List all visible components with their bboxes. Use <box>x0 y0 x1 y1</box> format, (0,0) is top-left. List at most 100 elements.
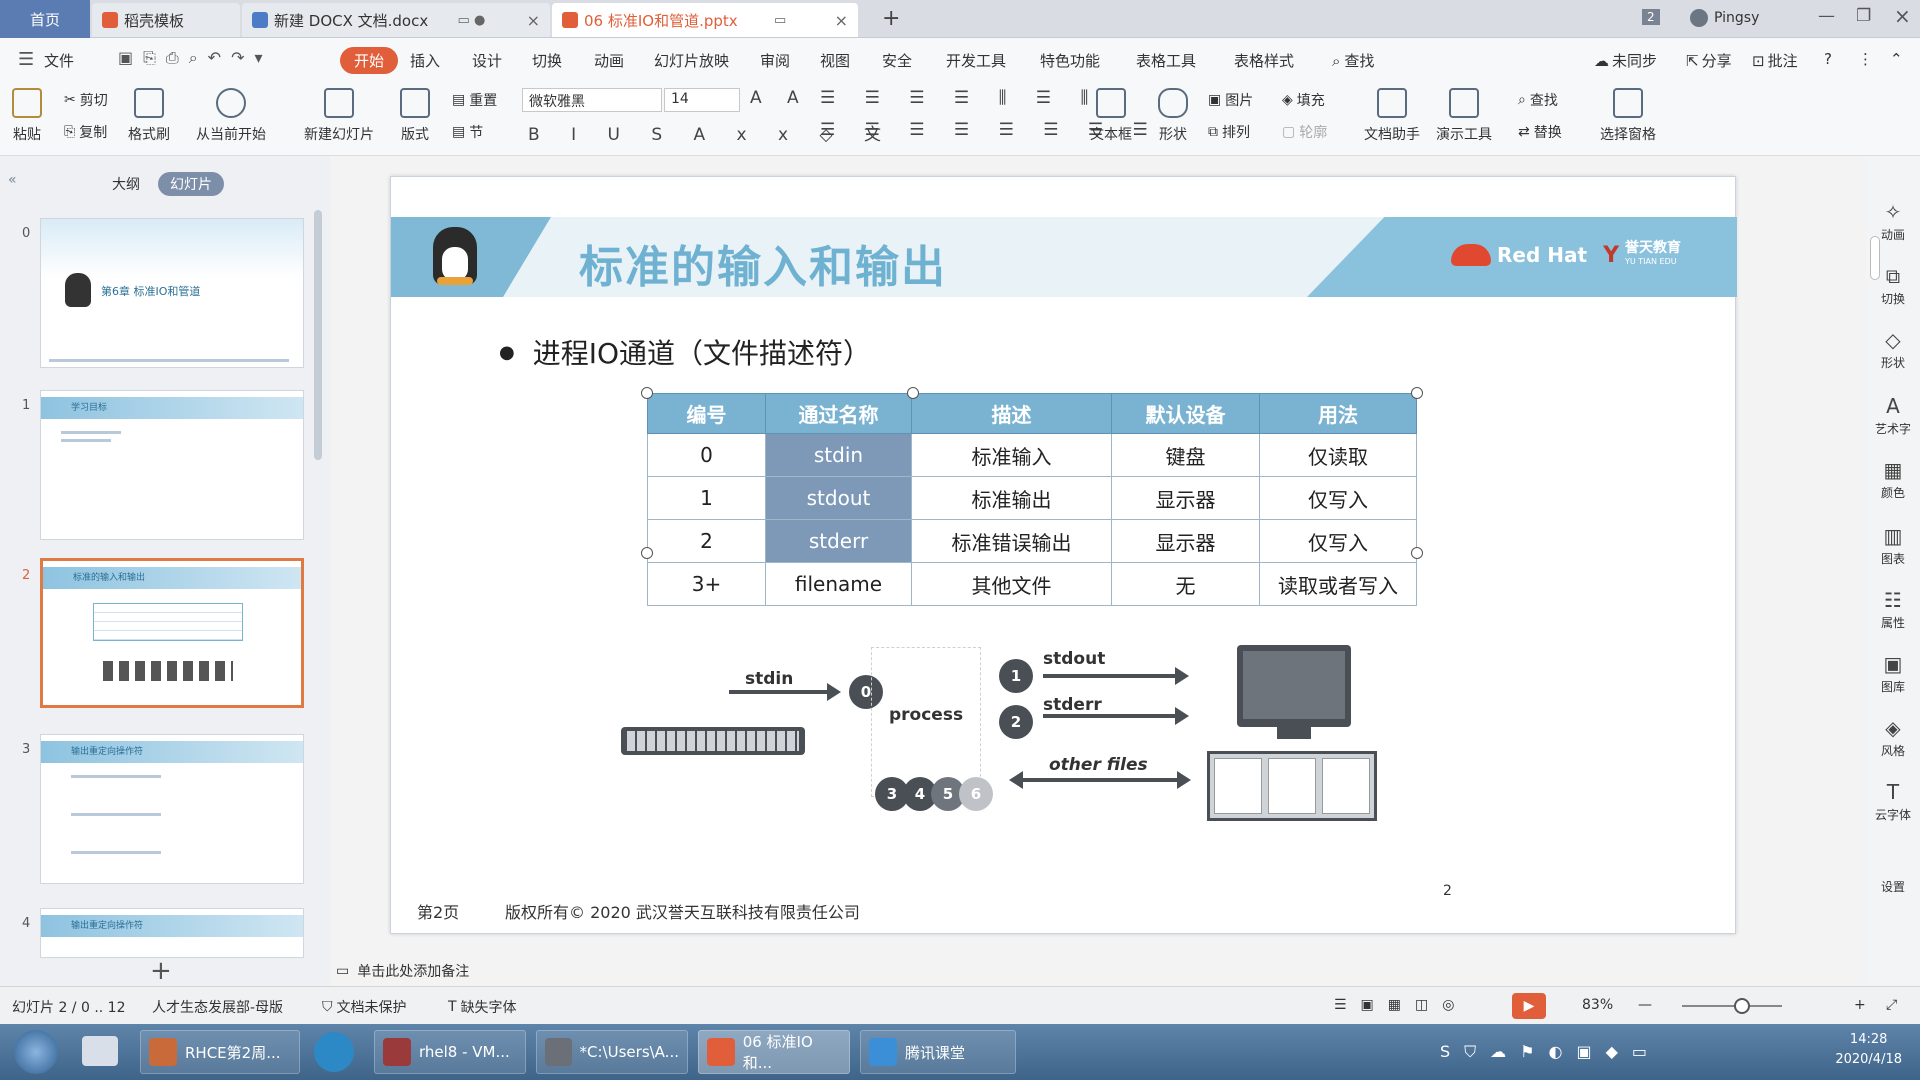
tool-settings[interactable]: 设置 <box>1866 878 1920 895</box>
zoom-level[interactable]: 83% <box>1582 997 1613 1013</box>
taskbar-item[interactable]: rhel8 - VM... <box>374 1030 526 1074</box>
doc-helper-button[interactable]: 文档助手 <box>1364 88 1420 144</box>
add-slide-button[interactable]: + <box>150 956 172 986</box>
menu-view[interactable]: 视图 <box>820 50 850 71</box>
table-cell[interactable]: 标准输出 <box>911 476 1112 520</box>
shape-button[interactable]: 形状 <box>1158 88 1188 144</box>
table-cell[interactable]: 3+ <box>647 562 766 606</box>
table-cell[interactable]: 显示器 <box>1111 519 1260 563</box>
more-icon[interactable]: ⋮ <box>1858 50 1873 68</box>
find-button[interactable]: ⌕ 查找 <box>1518 90 1558 110</box>
zoom-slider[interactable] <box>1682 998 1782 1014</box>
close-icon[interactable]: × <box>527 11 540 30</box>
table-cell[interactable]: 标准输入 <box>911 433 1112 477</box>
table-cell-selected[interactable]: stdin <box>765 433 912 477</box>
view-mode-icons[interactable]: ☰▣▦◫◎ <box>1334 997 1468 1013</box>
table-cell[interactable]: 1 <box>647 476 766 520</box>
zoom-slider-thumb[interactable] <box>1734 998 1750 1014</box>
table-cell[interactable]: 读取或者写入 <box>1259 562 1417 606</box>
minimize-icon[interactable]: — <box>1818 6 1835 26</box>
menu-switch[interactable]: 切换 <box>532 50 562 71</box>
collapse-ribbon-icon[interactable]: ⌃ <box>1890 50 1903 68</box>
tab-slides[interactable]: 幻灯片 <box>158 172 224 196</box>
slide-thumbnail[interactable]: 学习目标 <box>40 390 304 540</box>
table-cell[interactable]: 仅读取 <box>1259 433 1417 477</box>
table-cell[interactable]: 键盘 <box>1111 433 1260 477</box>
slide-thumbnail-selected[interactable]: 标准的输入和输出 <box>40 558 304 708</box>
menu-devtools[interactable]: 开发工具 <box>946 50 1006 71</box>
vertical-scrollbar[interactable] <box>1870 236 1880 280</box>
app-pinned-icon[interactable] <box>82 1036 118 1066</box>
table-cell-selected[interactable]: stderr <box>765 519 912 563</box>
taskbar-item-active[interactable]: 06 标准IO和... <box>698 1030 850 1074</box>
play-slideshow-button[interactable]: ▶ <box>1512 993 1546 1019</box>
quick-access-icons[interactable]: ▣⎘⎙⌕↶↷▾ <box>118 48 273 68</box>
table-cell[interactable]: 仅写入 <box>1259 476 1417 520</box>
menu-start[interactable]: 开始 <box>340 47 399 74</box>
notes-area[interactable]: ▭ 单击此处添加备注 <box>330 956 1866 986</box>
help-icon[interactable]: ? <box>1824 50 1832 68</box>
menu-special[interactable]: 特色功能 <box>1040 50 1100 71</box>
collapse-pane-icon[interactable]: « <box>8 172 17 188</box>
menu-table-tools[interactable]: 表格工具 <box>1136 50 1196 71</box>
window-count-badge[interactable]: 2 <box>1642 9 1660 25</box>
close-icon[interactable]: × <box>835 11 848 30</box>
table-cell[interactable]: 0 <box>647 433 766 477</box>
annotate-button[interactable]: ⊡ 批注 <box>1752 50 1798 71</box>
tool-style[interactable]: ◈ 风格 <box>1866 716 1920 759</box>
tool-gallery[interactable]: ▣ 图库 <box>1866 652 1920 695</box>
arrange-button[interactable]: ⧉ 排列 <box>1208 122 1250 142</box>
menu-find[interactable]: ⌕ 查找 <box>1332 50 1374 71</box>
paste-button[interactable]: 粘贴 <box>12 88 42 144</box>
fill-button[interactable]: ◈ 填充 <box>1282 90 1325 110</box>
table-cell[interactable]: 其他文件 <box>911 562 1112 606</box>
new-slide-button[interactable]: 新建幻灯片 <box>304 88 374 144</box>
menu-design[interactable]: 设计 <box>472 50 502 71</box>
taskbar-item[interactable]: RHCE第2周... <box>140 1030 300 1074</box>
menu-security[interactable]: 安全 <box>882 50 912 71</box>
layout-button[interactable]: 版式 <box>400 88 430 144</box>
font-size-select[interactable]: 14 <box>664 88 740 112</box>
restore-icon[interactable]: ❐ <box>1856 6 1871 26</box>
resize-handle[interactable] <box>641 547 653 559</box>
tab-home[interactable]: 首页 <box>0 0 90 38</box>
tool-wordart[interactable]: A 艺术字 <box>1866 394 1920 437</box>
table-cell-selected[interactable]: stdout <box>765 476 912 520</box>
menu-file[interactable]: 文件 <box>44 50 74 71</box>
menu-table-style[interactable]: 表格样式 <box>1234 50 1294 71</box>
monitor-icon[interactable]: ▭ ● <box>458 13 486 28</box>
slide-canvas[interactable]: 标准的输入和输出 Red Hat Y 誉天教育 YU TIAN EDU ● 进程… <box>390 176 1737 934</box>
zoom-out-icon[interactable]: — <box>1638 997 1652 1013</box>
outline-button[interactable]: ▢ 轮廓 <box>1282 122 1327 142</box>
reset-button[interactable]: ▤ 重置 <box>452 90 497 110</box>
table-cell[interactable]: filename <box>765 562 912 606</box>
resize-handle[interactable] <box>641 387 653 399</box>
monitor-icon[interactable]: ▭ <box>774 13 786 28</box>
tab-docx[interactable]: 新建 DOCX 文档.docx ▭ ● × <box>242 3 550 37</box>
fit-window-icon[interactable]: ⤢ <box>1886 997 1897 1013</box>
picture-button[interactable]: ▣ 图片 <box>1208 90 1253 110</box>
taskbar-item[interactable]: *C:\Users\A... <box>536 1030 688 1074</box>
font-name-select[interactable]: 微软雅黑 <box>522 88 662 112</box>
menu-slideshow[interactable]: 幻灯片放映 <box>654 50 729 71</box>
tool-properties[interactable]: ☷ 属性 <box>1866 588 1920 631</box>
taskbar-item[interactable]: 腾讯课堂 <box>860 1030 1016 1074</box>
resize-handle[interactable] <box>1411 547 1423 559</box>
tool-chart[interactable]: ▥ 图表 <box>1866 524 1920 567</box>
cut-button[interactable]: ✂ 剪切 <box>64 90 108 110</box>
tab-outline[interactable]: 大纲 <box>112 174 140 194</box>
tool-shape[interactable]: ◇ 形状 <box>1866 328 1920 371</box>
table-cell[interactable]: 标准错误输出 <box>911 519 1112 563</box>
table-cell[interactable]: 显示器 <box>1111 476 1260 520</box>
copy-button[interactable]: ⎘ 复制 <box>64 122 107 142</box>
present-tools-button[interactable]: 演示工具 <box>1436 88 1492 144</box>
system-tray-icons[interactable]: S⛉☁⚑◐▣◆▭ <box>1440 1042 1661 1062</box>
tab-pptx[interactable]: 06 标准IO和管道.pptx ▭ × <box>552 3 858 37</box>
resize-handle[interactable] <box>907 387 919 399</box>
resize-handle[interactable] <box>1411 387 1423 399</box>
new-tab-button[interactable]: + <box>882 6 900 31</box>
table-cell[interactable]: 2 <box>647 519 766 563</box>
menu-review[interactable]: 审阅 <box>760 50 790 71</box>
doc-protect-status[interactable]: ⛉ 文档未保护 <box>322 997 407 1017</box>
share-button[interactable]: ⇱ 分享 <box>1686 50 1732 71</box>
